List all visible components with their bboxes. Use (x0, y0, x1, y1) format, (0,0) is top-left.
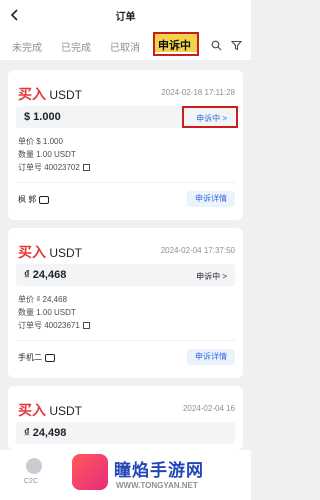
quantity: 数量 1.00 USDT (18, 150, 76, 159)
order-title: 买入 USDT (18, 242, 82, 262)
watermark-name: 瞳焰手游网 (114, 461, 204, 480)
unit-price: 单价 $ 1.000 (18, 137, 63, 146)
counterparty[interactable]: 枫 郭 (18, 194, 50, 205)
order-amount: $ 1.000 (24, 111, 61, 123)
order-number-text: 订单号 40023671 (18, 321, 80, 330)
order-title: 买入 USDT (18, 400, 82, 420)
chat-icon[interactable] (45, 353, 55, 362)
order-time: 2024-02-04 16 (182, 404, 235, 413)
order-time: 2024-02-18 17:11:28 (161, 88, 235, 97)
order-card[interactable]: 买入 USDT 2024-02-04 17:37:50 ₫ 24,468 申诉中… (8, 228, 243, 378)
c2c-icon[interactable] (26, 458, 42, 474)
order-card[interactable]: 买入 USDT 2024-02-04 16 ₫ 24,498 (8, 386, 243, 450)
tab-cancelled[interactable]: 已取消 (110, 39, 140, 54)
highlight-box (153, 32, 199, 56)
order-amount: ₫ 24,468 (24, 269, 67, 281)
order-amount-box: ₫ 24,468 申诉中 > (16, 264, 235, 286)
tab-completed[interactable]: 已完成 (61, 39, 91, 54)
order-asset: USDT (49, 246, 83, 260)
counterparty-name: 枫 郭 (18, 195, 37, 204)
order-amount: ₫ 24,498 (24, 427, 67, 439)
order-time: 2024-02-04 17:37:50 (160, 246, 235, 255)
order-number: 订单号 40023671 (18, 320, 90, 331)
appeal-detail-button[interactable]: 申诉详情 (187, 191, 235, 207)
order-number-text: 订单号 40023702 (18, 163, 80, 172)
order-asset: USDT (49, 404, 83, 418)
highlight-box (182, 106, 238, 128)
order-status[interactable]: 申诉中 > (196, 271, 227, 282)
counterparty-name: 手机二 (18, 353, 42, 362)
appeal-detail-button[interactable]: 申诉详情 (187, 349, 235, 365)
copy-icon[interactable] (82, 322, 90, 330)
filter-icon[interactable] (231, 40, 242, 51)
divider (16, 182, 235, 183)
order-title: 买入 USDT (18, 84, 82, 104)
counterparty[interactable]: 手机二 (18, 352, 55, 363)
order-asset: USDT (49, 88, 83, 102)
quantity: 数量 1.00 USDT (18, 308, 76, 317)
bottom-nav: C2C 瞳焰手游网 WWW.TONGYAN.NET (0, 450, 251, 500)
order-amount-box: ₫ 24,498 (16, 422, 235, 444)
unit-price: 单价 ₫ 24,468 (18, 295, 68, 304)
order-side: 买入 (18, 402, 46, 418)
order-card[interactable]: 买入 USDT 2024-02-18 17:11:28 $ 1.000 申诉中 … (8, 70, 243, 220)
order-side: 买入 (18, 244, 46, 260)
divider (16, 340, 235, 341)
copy-icon[interactable] (82, 164, 90, 172)
chat-icon[interactable] (39, 195, 50, 204)
c2c-label[interactable]: C2C (24, 478, 38, 485)
order-number: 订单号 40023702 (18, 162, 90, 173)
tab-incomplete[interactable]: 未完成 (12, 39, 42, 54)
watermark-flame-icon (72, 454, 108, 490)
search-icon[interactable] (211, 40, 222, 51)
top-bar: 订单 (0, 0, 251, 30)
order-tabs: 未完成 已完成 已取消 申诉中 (0, 30, 251, 60)
page-title: 订单 (115, 12, 136, 23)
order-side: 买入 (18, 86, 46, 102)
watermark-url: WWW.TONGYAN.NET (116, 481, 198, 490)
